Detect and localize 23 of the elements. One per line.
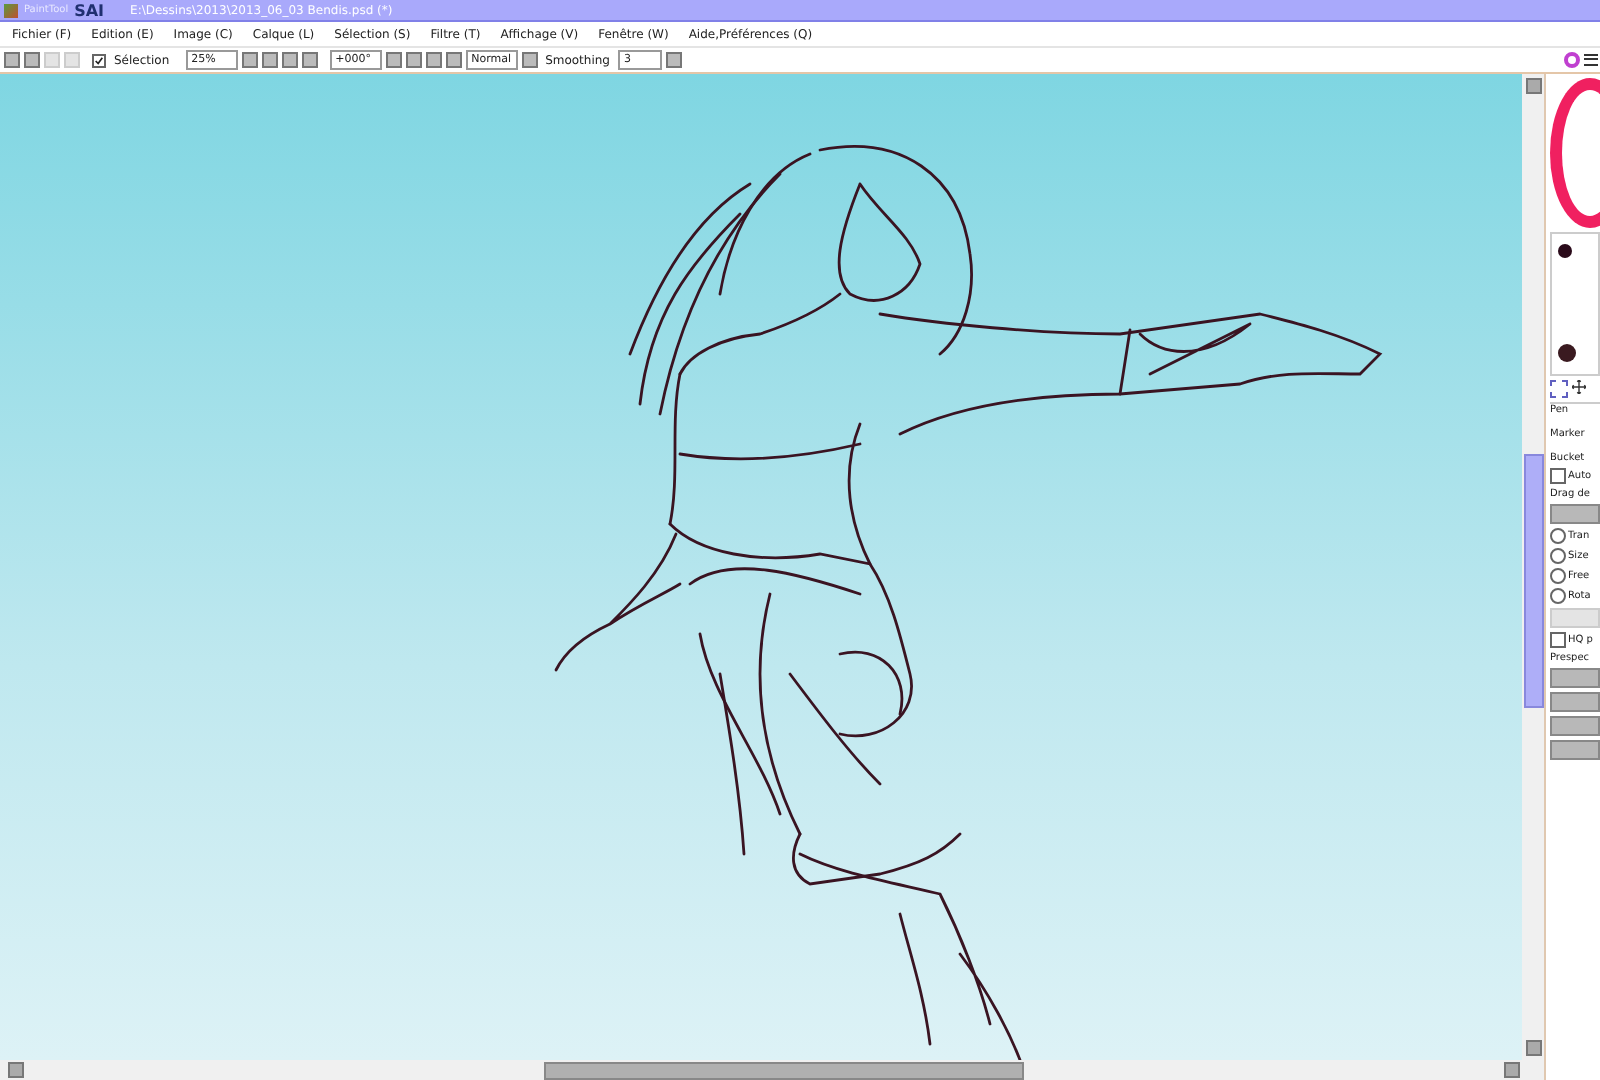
radio-button[interactable] xyxy=(1550,588,1566,604)
radio-button[interactable] xyxy=(1550,568,1566,584)
hq-checkbox[interactable] xyxy=(1550,632,1566,648)
vertical-scrollbar[interactable] xyxy=(1522,74,1544,1060)
radio-button[interactable] xyxy=(1550,528,1566,544)
color-wheel-icon[interactable] xyxy=(1564,52,1580,68)
scrollbar-thumb[interactable] xyxy=(1523,454,1543,708)
auto-checkbox[interactable] xyxy=(1550,468,1566,484)
selection-tool-icon[interactable] xyxy=(1550,380,1568,398)
color-swatch[interactable] xyxy=(1558,244,1572,258)
selection-checkbox[interactable] xyxy=(92,53,106,67)
scrollbar-thumb[interactable] xyxy=(544,1061,1024,1079)
scroll-down-button[interactable] xyxy=(1525,1040,1541,1056)
toolbar-button[interactable] xyxy=(521,52,538,68)
app-icon xyxy=(4,3,18,17)
horizontal-scrollbar[interactable] xyxy=(0,1060,1544,1080)
move-tool-icon[interactable] xyxy=(1572,380,1586,394)
menu-icon[interactable] xyxy=(1584,53,1598,67)
radio-button[interactable] xyxy=(1550,548,1566,564)
logo-text: SAI xyxy=(74,1,105,19)
color-swatch[interactable] xyxy=(1558,344,1576,362)
toolbar-button[interactable] xyxy=(666,52,682,68)
scroll-up-button[interactable] xyxy=(1525,78,1541,94)
